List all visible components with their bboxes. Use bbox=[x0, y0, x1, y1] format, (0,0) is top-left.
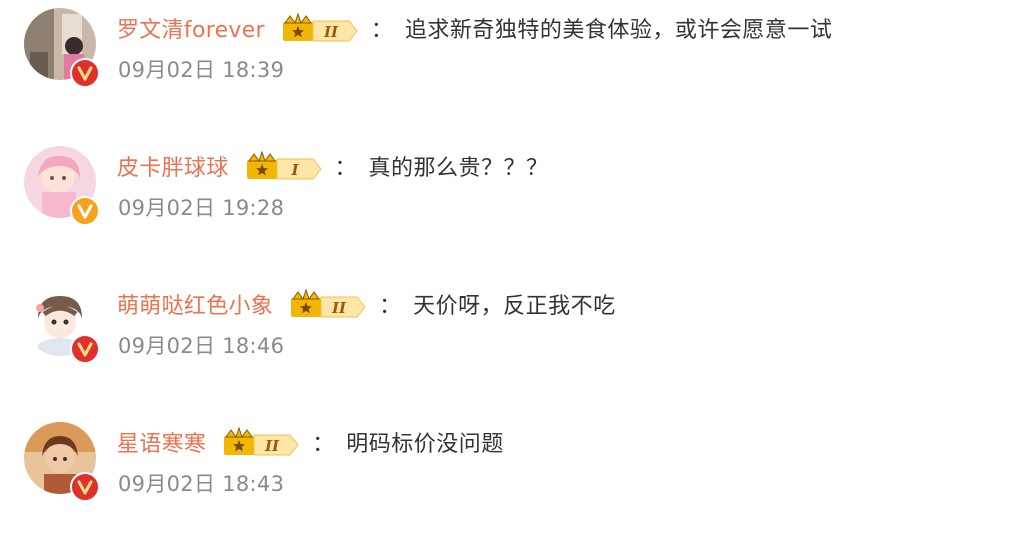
crown-rank-icon[interactable]: II bbox=[222, 427, 302, 457]
separator-colon: ： bbox=[334, 156, 357, 181]
comment-line: 星语寒寒 II ： 明码标价没问题 bbox=[117, 424, 504, 460]
comment-line: 罗文清forever II ： 追求新奇独特的美食体验，或许会愿意一试 bbox=[117, 10, 832, 46]
rank-level: II bbox=[264, 437, 280, 455]
verified-badge-icon bbox=[70, 58, 100, 88]
comment-item: 罗文清forever II ： 追求新奇独特的美食体验，或许会愿意一试 09月0… bbox=[0, 0, 1024, 120]
username-link[interactable]: 罗文清forever bbox=[117, 12, 265, 44]
separator-colon: ： bbox=[312, 432, 335, 457]
verified-badge-icon bbox=[70, 334, 100, 364]
username-link[interactable]: 皮卡胖球球 bbox=[117, 150, 229, 182]
crown-rank-icon[interactable]: I bbox=[245, 151, 325, 181]
separator-colon: ： bbox=[379, 294, 402, 319]
comment-text: 明码标价没问题 bbox=[346, 432, 504, 457]
comment-line: 萌萌哒红色小象 II ： 天价呀，反正我不吃 bbox=[117, 286, 616, 322]
comment-text: 天价呀，反正我不吃 bbox=[413, 294, 616, 319]
crown-rank-icon[interactable]: II bbox=[281, 13, 361, 43]
avatar[interactable] bbox=[24, 284, 100, 364]
separator-colon: ： bbox=[370, 18, 393, 43]
comment-timestamp: 09月02日 18:39 bbox=[118, 58, 285, 82]
username-link[interactable]: 星语寒寒 bbox=[117, 426, 206, 458]
verified-badge-icon bbox=[70, 472, 100, 502]
verified-badge-icon bbox=[70, 196, 100, 226]
rank-level: II bbox=[331, 299, 347, 317]
rank-level: I bbox=[290, 161, 299, 179]
comment-text: 真的那么贵？？？ bbox=[368, 156, 549, 181]
comment-item: 皮卡胖球球 I ： 真的那么贵？？？ 09月02日 19:28 bbox=[0, 138, 1024, 258]
avatar[interactable] bbox=[24, 146, 100, 226]
comment-line: 皮卡胖球球 I ： 真的那么贵？？？ bbox=[117, 148, 549, 184]
comment-timestamp: 09月02日 18:46 bbox=[118, 334, 285, 358]
comment-item: 萌萌哒红色小象 II ： 天价呀，反正我不吃 09月02日 18:46 bbox=[0, 276, 1024, 396]
avatar[interactable] bbox=[24, 8, 100, 88]
avatar[interactable] bbox=[24, 422, 100, 502]
rank-level: II bbox=[323, 23, 339, 41]
comment-text: 追求新奇独特的美食体验，或许会愿意一试 bbox=[404, 18, 833, 43]
comment-timestamp: 09月02日 19:28 bbox=[118, 196, 285, 220]
username-link[interactable]: 萌萌哒红色小象 bbox=[117, 288, 273, 320]
comment-timestamp: 09月02日 18:43 bbox=[118, 472, 285, 496]
crown-rank-icon[interactable]: II bbox=[289, 289, 369, 319]
comment-item: 星语寒寒 II ： 明码标价没问题 09月02日 18:43 bbox=[0, 414, 1024, 534]
